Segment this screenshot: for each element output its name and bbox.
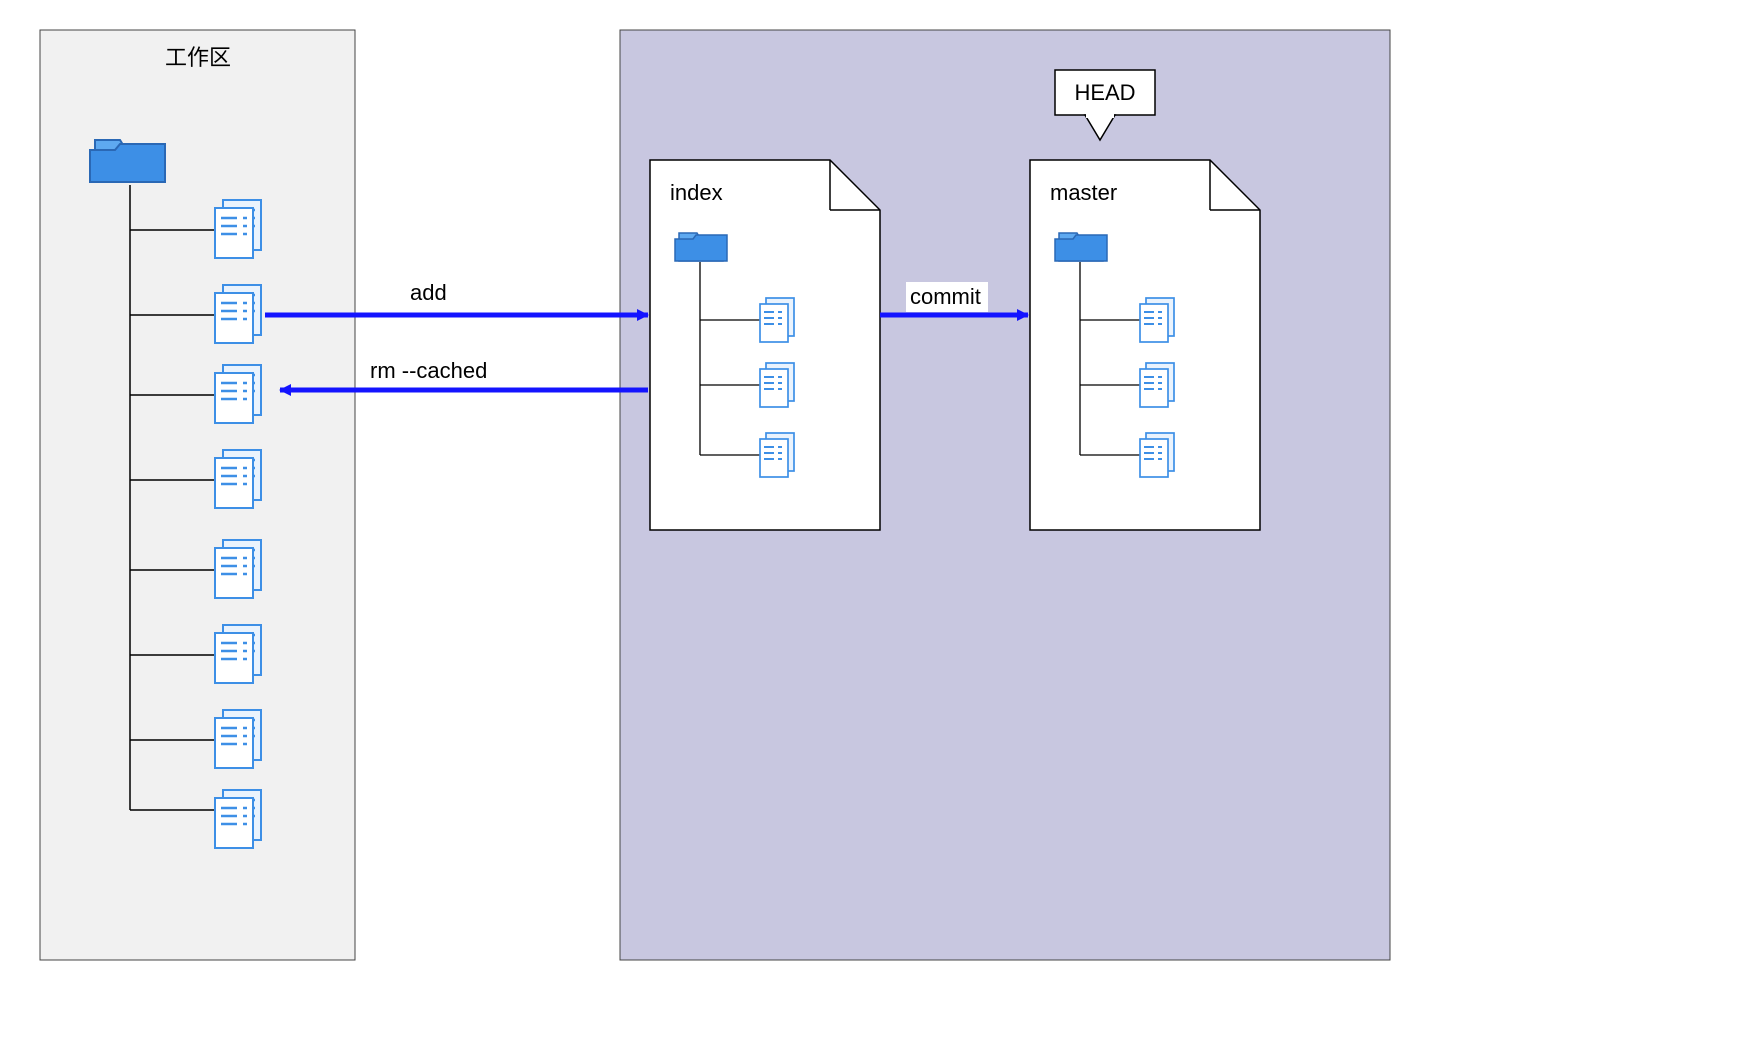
file-icon bbox=[760, 433, 794, 477]
file-icon bbox=[760, 298, 794, 342]
file-icon bbox=[215, 200, 261, 258]
head-label: HEAD bbox=[1074, 80, 1135, 105]
working-area-title: 工作区 bbox=[165, 45, 231, 70]
file-icon bbox=[1140, 363, 1174, 407]
folder-icon bbox=[1055, 233, 1107, 261]
file-icon bbox=[1140, 433, 1174, 477]
file-icon bbox=[760, 363, 794, 407]
file-icon bbox=[215, 540, 261, 598]
file-icon bbox=[215, 710, 261, 768]
file-icon bbox=[215, 625, 261, 683]
master-title: master bbox=[1050, 180, 1117, 205]
rm-cached-label: rm --cached bbox=[370, 358, 487, 383]
file-icon bbox=[215, 285, 261, 343]
index-card: index bbox=[650, 160, 880, 530]
index-title: index bbox=[670, 180, 723, 205]
file-icon bbox=[215, 790, 261, 848]
repository-panel: index master bbox=[620, 30, 1390, 960]
file-icon bbox=[215, 365, 261, 423]
working-area-panel: 工作区 bbox=[40, 30, 355, 960]
folder-icon bbox=[675, 233, 727, 261]
add-label: add bbox=[410, 280, 447, 305]
master-card: master bbox=[1030, 160, 1260, 530]
folder-icon bbox=[90, 140, 165, 182]
git-diagram: 工作区 bbox=[0, 0, 1739, 1049]
file-icon bbox=[1140, 298, 1174, 342]
file-icon bbox=[215, 450, 261, 508]
commit-label: commit bbox=[910, 284, 981, 309]
